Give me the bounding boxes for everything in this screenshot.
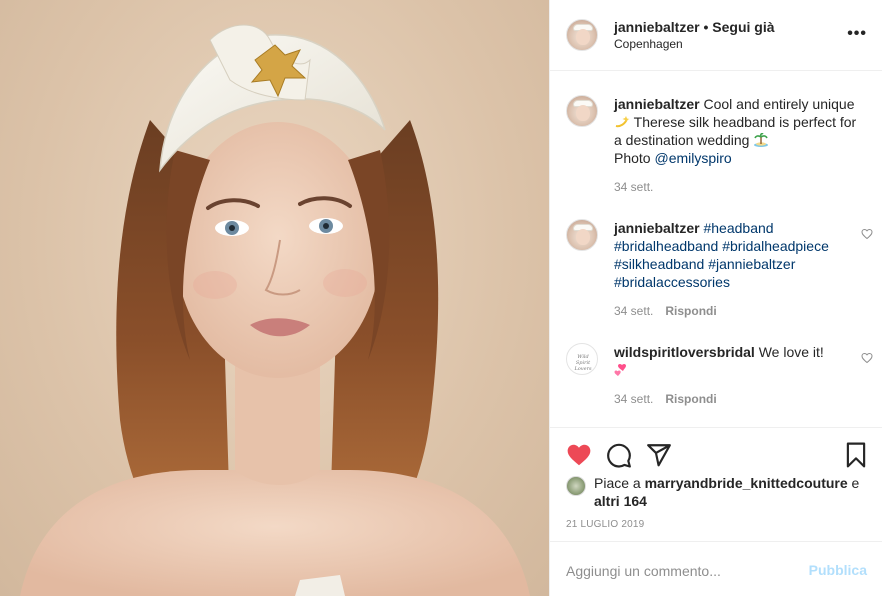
save-bookmark-icon[interactable]	[843, 442, 869, 468]
hashtag-link[interactable]: #bridalaccessories	[614, 274, 730, 290]
reply-button[interactable]: Rispondi	[665, 392, 716, 406]
comment-timestamp[interactable]: 34 sett.	[614, 392, 653, 406]
comment-text: janniebaltzer #headband #bridalheadband …	[614, 219, 864, 291]
comment-bubble-icon[interactable]	[606, 442, 632, 468]
caption-text-2: Therese silk headband is perfect for a d…	[614, 114, 857, 148]
other-likes-link[interactable]: altri 164	[594, 493, 647, 509]
post-location[interactable]: Copenhagen	[614, 37, 683, 51]
publish-button[interactable]: Pubblica	[809, 562, 867, 578]
header-separator: •	[699, 19, 713, 35]
comment-username[interactable]: wildspiritloversbridal	[614, 344, 755, 360]
header-user-line: janniebaltzer • Segui già	[614, 19, 775, 35]
portrait-illustration	[20, 24, 530, 596]
comment-body: We love it!	[754, 344, 824, 360]
caption-timestamp[interactable]: 34 sett.	[614, 180, 653, 194]
comment-input[interactable]	[566, 562, 786, 580]
likes-prefix: Piace a	[594, 475, 645, 491]
comment-meta: 34 sett. Rispondi	[614, 304, 717, 318]
desert-island-emoji-icon	[754, 133, 769, 147]
hashtag-link[interactable]: #bridalheadpiece	[722, 238, 829, 254]
action-bar	[550, 427, 882, 481]
likes-suffix: e	[847, 475, 860, 491]
comment-like-heart-icon[interactable]	[861, 228, 873, 240]
hashtag-link[interactable]: #silkheadband	[614, 256, 704, 272]
caption-text: janniebaltzer Cool and entirely unique T…	[614, 95, 864, 167]
two-hearts-emoji-icon	[614, 364, 626, 376]
caption-time: 34 sett.	[614, 180, 653, 194]
add-comment-section: Pubblica	[550, 541, 882, 596]
comment-avatar[interactable]: Wild Spirit Lovers	[566, 343, 598, 375]
liker-username[interactable]: marryandbride_knittedcouture	[645, 475, 848, 491]
comment-timestamp[interactable]: 34 sett.	[614, 304, 653, 318]
likes-text: Piace a marryandbride_knittedcouture e al…	[594, 474, 874, 510]
post-side-panel: janniebaltzer • Segui già Copenhagen •••…	[549, 0, 882, 596]
hashtag-link[interactable]: #bridalheadband	[614, 238, 718, 254]
comment-text: wildspiritloversbridal We love it!	[614, 343, 864, 379]
dizzy-emoji-icon	[615, 116, 630, 128]
hashtag-link[interactable]: #headband	[703, 220, 773, 236]
comment-avatar[interactable]	[566, 219, 598, 251]
liker-avatar[interactable]	[566, 476, 586, 496]
post-photo[interactable]	[0, 0, 549, 596]
comment-username[interactable]: janniebaltzer	[614, 220, 700, 236]
caption-text-1: Cool and entirely unique	[699, 96, 855, 112]
comment-meta: 34 sett. Rispondi	[614, 392, 717, 406]
caption-photo-label: Photo	[614, 150, 655, 166]
hashtag-link[interactable]: #janniebaltzer	[708, 256, 795, 272]
photo-credit-mention-link[interactable]: @emilyspiro	[654, 150, 731, 166]
comment-like-heart-icon[interactable]	[861, 352, 873, 364]
caption-avatar[interactable]	[566, 95, 598, 127]
follow-status-button[interactable]: Segui già	[712, 19, 774, 35]
share-paper-plane-icon[interactable]	[646, 442, 672, 468]
post-container: janniebaltzer • Segui già Copenhagen •••…	[0, 0, 882, 596]
more-options-icon[interactable]: •••	[847, 26, 867, 42]
caption-username[interactable]: janniebaltzer	[614, 96, 700, 112]
like-heart-icon[interactable]	[566, 442, 592, 468]
author-avatar[interactable]	[566, 19, 598, 51]
post-header: janniebaltzer • Segui già Copenhagen •••	[550, 0, 882, 71]
avatar-logo-text: Wild Spirit Lovers	[574, 354, 592, 372]
author-username[interactable]: janniebaltzer	[614, 19, 700, 35]
post-date[interactable]: 21 LUGLIO 2019	[566, 519, 644, 530]
reply-button[interactable]: Rispondi	[665, 304, 716, 318]
